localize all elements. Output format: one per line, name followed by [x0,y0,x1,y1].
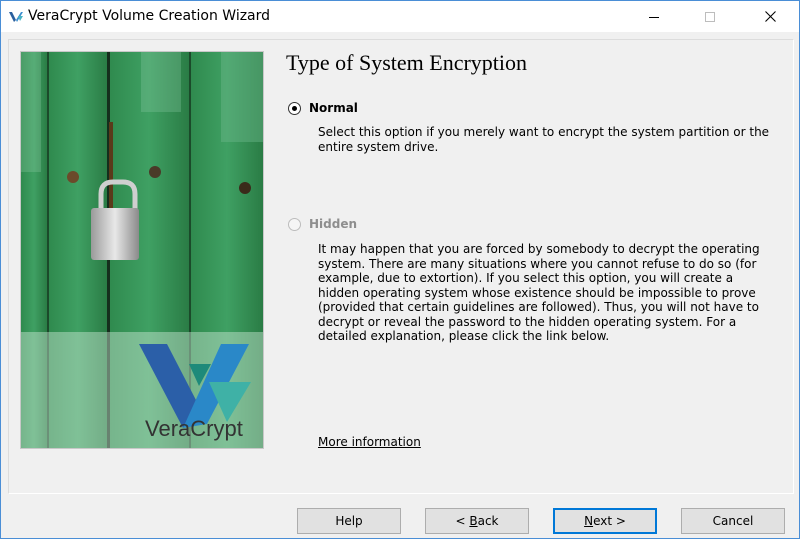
cancel-button-label: Cancel [712,514,754,528]
help-button[interactable]: Help [297,508,401,534]
hidden-description: It may happen that you are forced by som… [318,242,760,343]
back-button-mnemonic: B [469,514,478,528]
more-information-link[interactable]: More information [318,435,421,449]
wizard-window: VeraCrypt Volume Creation Wizard VeraCry… [0,0,800,539]
next-button-mnemonic: N [584,514,594,528]
next-button-rest: ext > [593,514,626,528]
radio-normal-indicator[interactable] [288,101,301,115]
minimize-icon [649,16,659,18]
help-button-label: Help [335,514,363,528]
window-title: VeraCrypt Volume Creation Wizard [28,8,271,24]
radio-normal[interactable]: Normal [288,101,358,115]
normal-description: Select this option if you merely want to… [318,125,770,154]
minimize-button[interactable] [631,1,677,32]
veracrypt-logo-text: VeraCrypt [145,416,243,441]
close-button[interactable] [747,1,793,32]
veracrypt-app-icon [9,12,23,22]
maximize-icon [705,11,715,22]
wizard-side-image: VeraCrypt [20,51,264,449]
title-bar[interactable]: VeraCrypt Volume Creation Wizard [1,1,799,32]
radio-hidden-label[interactable]: Hidden [309,217,357,231]
cancel-button[interactable]: Cancel [681,508,785,534]
back-button[interactable]: < Back [425,508,529,534]
radio-hidden-indicator[interactable] [288,217,301,231]
radio-hidden[interactable]: Hidden [288,217,357,231]
close-icon [764,11,776,22]
next-button[interactable]: Next > [553,508,657,534]
back-button-prefix: < [455,514,470,528]
back-button-rest: ack [477,514,499,528]
page-title: Type of System Encryption [286,50,528,75]
maximize-button[interactable] [687,1,733,32]
radio-normal-label[interactable]: Normal [309,101,358,115]
